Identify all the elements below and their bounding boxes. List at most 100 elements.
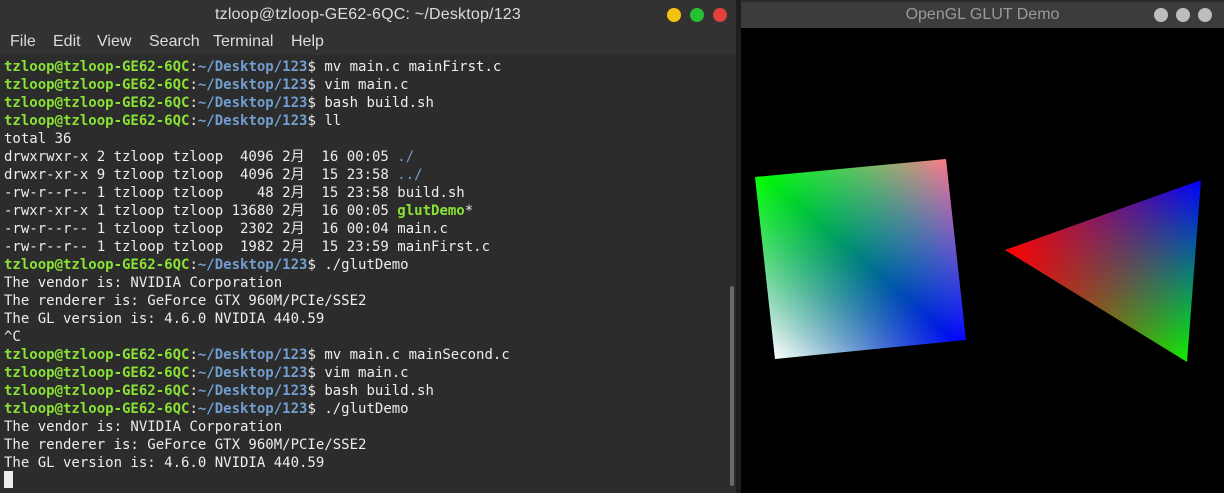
gl-window: OpenGL GLUT Demo [741,2,1224,493]
terminal-line: The GL version is: 4.6.0 NVIDIA 440.59 [4,454,510,472]
output-text: The vendor is: NVIDIA Corporation [4,275,283,291]
prompt-colon: : [189,95,198,111]
terminal-line: ^C [4,328,510,346]
command-text: vim main.c [324,77,409,93]
terminal-line: The GL version is: 4.6.0 NVIDIA 440.59 [4,310,510,328]
terminal-line: -rwxr-xr-x 1 tzloop tzloop 13680 2月 16 0… [4,202,510,220]
output-text: The renderer is: GeForce GTX 960M/PCIe/S… [4,293,367,309]
prompt-path: ~/Desktop/123 [197,59,308,75]
terminal-line: tzloop@tzloop-GE62-6QC:~/Desktop/123$ ./… [4,400,510,418]
prompt-path: ~/Desktop/123 [197,365,308,381]
prompt-path: ~/Desktop/123 [197,347,308,363]
ls-meta: -rw-r--r-- 1 tzloop tzloop 2302 2月 16 00… [4,221,398,237]
ls-meta: -rw-r--r-- 1 tzloop tzloop 48 2月 15 23:5… [4,185,398,201]
command-text: vim main.c [324,365,409,381]
output-text: total 36 [4,131,72,147]
gl-titlebar[interactable]: OpenGL GLUT Demo [741,2,1224,28]
maximize-icon[interactable] [690,8,704,22]
terminal-line: tzloop@tzloop-GE62-6QC:~/Desktop/123$ vi… [4,76,510,94]
prompt-symbol: $ [307,95,325,111]
ls-filename: main.c [397,221,448,237]
terminal-line: tzloop@tzloop-GE62-6QC:~/Desktop/123$ ./… [4,256,510,274]
gl-scene [755,159,1201,362]
terminal-titlebar[interactable]: tzloop@tzloop-GE62-6QC: ~/Desktop/123 [0,0,736,30]
close-icon[interactable] [713,8,727,22]
prompt-path: ~/Desktop/123 [197,401,308,417]
minimize-icon[interactable] [667,8,681,22]
prompt-path: ~/Desktop/123 [197,257,308,273]
gl-minimize-icon[interactable] [1154,8,1168,22]
prompt-symbol: $ [307,113,325,129]
gradient-triangle [1005,180,1201,362]
menu-view[interactable]: View [97,33,131,51]
prompt-user: tzloop@tzloop-GE62-6QC [4,365,190,381]
output-text: The renderer is: GeForce GTX 960M/PCIe/S… [4,437,367,453]
terminal-line: tzloop@tzloop-GE62-6QC:~/Desktop/123$ ba… [4,94,510,112]
ls-meta: drwxrwxr-x 2 tzloop tzloop 4096 2月 16 00… [4,149,398,165]
output-text: ^C [4,329,21,345]
ls-suffix: * [464,203,474,219]
command-text: bash build.sh [324,383,434,399]
ls-meta: drwxr-xr-x 9 tzloop tzloop 4096 2月 15 23… [4,167,398,183]
menu-terminal[interactable]: Terminal [213,33,273,51]
terminal-line: total 36 [4,130,510,148]
terminal-line: The renderer is: GeForce GTX 960M/PCIe/S… [4,292,510,310]
command-text: ./glutDemo [324,257,409,273]
command-text: ll [324,113,342,129]
prompt-user: tzloop@tzloop-GE62-6QC [4,401,190,417]
prompt-path: ~/Desktop/123 [197,113,308,129]
prompt-colon: : [189,401,198,417]
ls-filename: glutDemo [397,203,465,219]
command-text: mv main.c mainFirst.c [324,59,502,75]
prompt-colon: : [189,257,198,273]
prompt-colon: : [189,365,198,381]
terminal-line: tzloop@tzloop-GE62-6QC:~/Desktop/123$ ll [4,112,510,130]
terminal-line: The vendor is: NVIDIA Corporation [4,418,510,436]
terminal-line: tzloop@tzloop-GE62-6QC:~/Desktop/123$ ba… [4,382,510,400]
prompt-symbol: $ [307,401,325,417]
gl-window-title: OpenGL GLUT Demo [905,6,1060,23]
terminal-line: -rw-r--r-- 1 tzloop tzloop 2302 2月 16 00… [4,220,510,238]
prompt-symbol: $ [307,365,325,381]
prompt-symbol: $ [307,257,325,273]
terminal-line: tzloop@tzloop-GE62-6QC:~/Desktop/123$ mv… [4,346,510,364]
prompt-user: tzloop@tzloop-GE62-6QC [4,77,190,93]
ls-filename: ./ [397,149,415,165]
prompt-symbol: $ [307,347,325,363]
command-text: bash build.sh [324,95,434,111]
terminal-line: drwxrwxr-x 2 tzloop tzloop 4096 2月 16 00… [4,148,510,166]
terminal-line: The renderer is: GeForce GTX 960M/PCIe/S… [4,436,510,454]
prompt-path: ~/Desktop/123 [197,95,308,111]
terminal-line: -rw-r--r-- 1 tzloop tzloop 1982 2月 15 23… [4,238,510,256]
terminal-output[interactable]: tzloop@tzloop-GE62-6QC:~/Desktop/123$ mv… [0,56,736,493]
menu-search[interactable]: Search [149,33,200,51]
prompt-user: tzloop@tzloop-GE62-6QC [4,257,190,273]
gl-close-icon[interactable] [1198,8,1212,22]
gl-maximize-icon[interactable] [1176,8,1190,22]
menu-edit[interactable]: Edit [53,33,81,51]
terminal-cursor [4,471,13,488]
terminal-scrollbar[interactable] [730,286,734,486]
prompt-path: ~/Desktop/123 [197,77,308,93]
prompt-colon: : [189,347,198,363]
ls-meta: -rwxr-xr-x 1 tzloop tzloop 13680 2月 16 0… [4,203,398,219]
terminal-menubar: File Edit View Search Terminal Help [0,30,736,55]
output-text: The GL version is: 4.6.0 NVIDIA 440.59 [4,311,325,327]
menu-help[interactable]: Help [291,33,324,51]
prompt-colon: : [189,113,198,129]
prompt-symbol: $ [307,77,325,93]
prompt-user: tzloop@tzloop-GE62-6QC [4,113,190,129]
output-text: The vendor is: NVIDIA Corporation [4,419,283,435]
prompt-colon: : [189,59,198,75]
gl-render-canvas[interactable] [741,28,1224,493]
prompt-symbol: $ [307,383,325,399]
menu-file[interactable]: File [10,33,36,51]
gradient-quad [755,159,966,359]
prompt-user: tzloop@tzloop-GE62-6QC [4,347,190,363]
prompt-path: ~/Desktop/123 [197,383,308,399]
terminal-line: tzloop@tzloop-GE62-6QC:~/Desktop/123$ vi… [4,364,510,382]
terminal-line: The vendor is: NVIDIA Corporation [4,274,510,292]
ls-filename: ../ [397,167,423,183]
output-text: The GL version is: 4.6.0 NVIDIA 440.59 [4,455,325,471]
terminal-line: tzloop@tzloop-GE62-6QC:~/Desktop/123$ mv… [4,58,510,76]
